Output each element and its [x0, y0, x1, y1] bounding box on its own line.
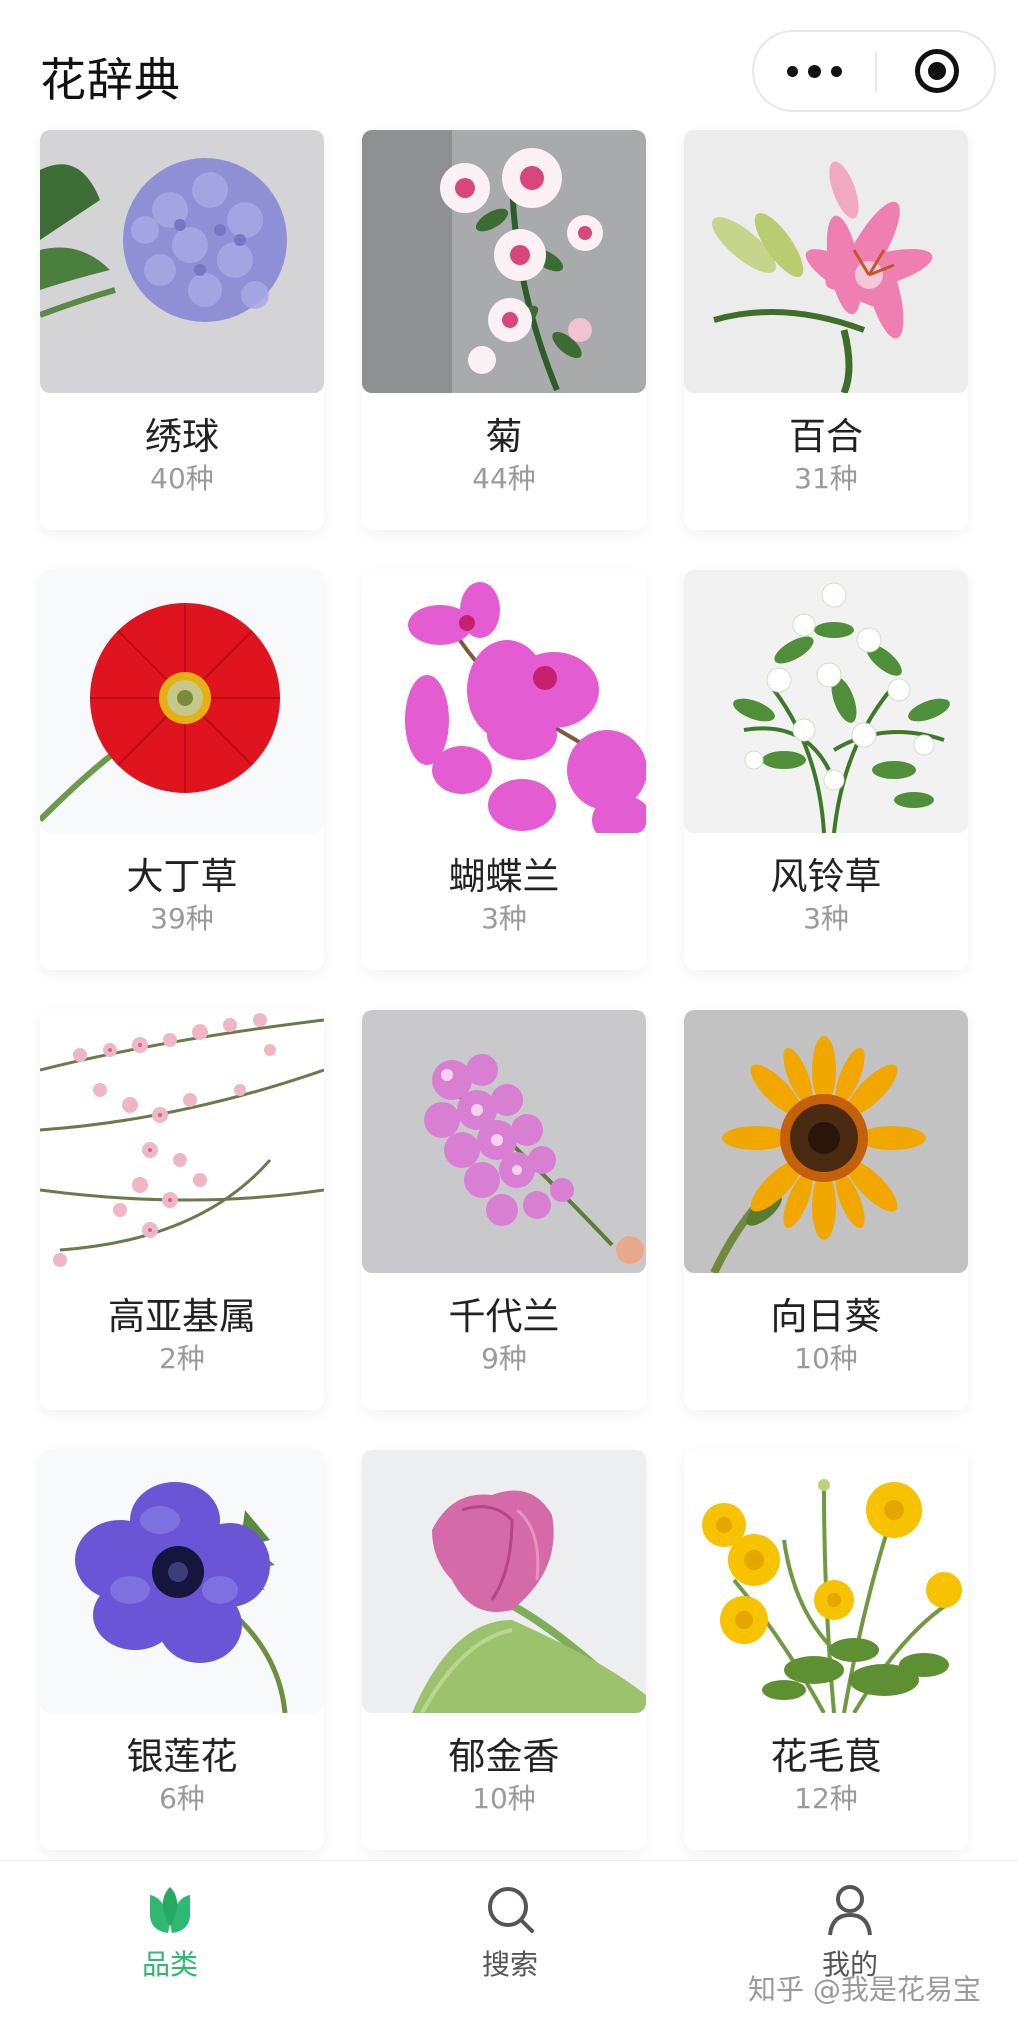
flower-name: 菊 — [485, 415, 523, 458]
flower-name: 风铃草 — [770, 855, 882, 898]
flower-card-anemone[interactable]: 银莲花 6种 — [40, 1450, 324, 1850]
flower-variety-count: 40种 — [150, 462, 214, 495]
flower-variety-count: 10种 — [472, 1782, 536, 1815]
flower-name: 向日葵 — [770, 1295, 882, 1338]
flower-photo — [40, 570, 324, 833]
flower-card-lily[interactable]: 百合 31种 — [684, 130, 968, 530]
flower-photo — [362, 1450, 646, 1713]
flower-photo — [684, 570, 968, 833]
more-dots-icon — [786, 65, 798, 77]
flower-variety-count: 2种 — [159, 1342, 205, 1375]
flower-card-sunflower[interactable]: 向日葵 10种 — [684, 1010, 968, 1410]
flower-variety-count: 44种 — [472, 462, 536, 495]
tab-search[interactable]: 搜索 — [420, 1881, 600, 2001]
flower-photo — [684, 1450, 968, 1713]
tab-label: 品类 — [141, 1948, 198, 1981]
flower-card-gerbera[interactable]: 大丁草 39种 — [40, 570, 324, 970]
watermark-text: 知乎 @我是花易宝 — [748, 1973, 981, 2006]
flower-photo — [684, 1010, 968, 1273]
target-circle-icon — [914, 49, 959, 93]
user-icon — [828, 1885, 872, 1936]
nav-header: 花辞典 — [0, 0, 1018, 130]
flower-name: 郁金香 — [448, 1735, 560, 1778]
flower-photo — [40, 1450, 324, 1713]
flower-card-hydrangea[interactable]: 绣球 40种 — [40, 130, 324, 530]
flower-photo — [362, 1010, 646, 1273]
search-icon — [488, 1887, 534, 1933]
flower-variety-count: 6种 — [159, 1782, 205, 1815]
flower-card-ranunculus[interactable]: 花毛茛 12种 — [684, 1450, 968, 1850]
flower-photo — [40, 130, 324, 393]
flower-name: 千代兰 — [448, 1295, 560, 1338]
target-circle-core — [927, 62, 946, 80]
flower-card-vanda[interactable]: 千代兰 9种 — [362, 1010, 646, 1410]
flower-variety-count: 3种 — [803, 902, 849, 935]
tab-label: 搜索 — [481, 1948, 538, 1981]
more-button[interactable] — [754, 32, 874, 110]
flower-variety-count: 31种 — [794, 462, 858, 495]
mini-program-capsule — [752, 30, 996, 112]
flower-photo — [362, 570, 646, 833]
flower-grid: 绣球 40种 菊 44种 百合 31种 大丁草 39种 蝴蝶兰 3种 风铃草 3… — [40, 130, 980, 1850]
flower-name: 银莲花 — [126, 1735, 238, 1778]
close-button[interactable] — [877, 32, 996, 110]
flower-variety-count: 12种 — [794, 1782, 858, 1815]
flower-photo — [684, 130, 968, 393]
flower-card-chrysanthemum[interactable]: 菊 44种 — [362, 130, 646, 530]
more-dots-icon-end — [830, 65, 842, 77]
flower-name: 花毛茛 — [770, 1735, 882, 1778]
flower-card-waxflower[interactable]: 高亚基属 2种 — [40, 1010, 324, 1410]
tulip-leaf-icon — [150, 1887, 190, 1933]
flower-photo — [362, 130, 646, 393]
more-dots-icon-center — [807, 64, 821, 78]
page-title: 花辞典 — [40, 53, 181, 107]
flower-variety-count: 10种 — [794, 1342, 858, 1375]
tab-category[interactable]: 品类 — [80, 1881, 260, 2001]
flower-name: 高亚基属 — [108, 1295, 256, 1338]
flower-card-phalaenopsis[interactable]: 蝴蝶兰 3种 — [362, 570, 646, 970]
flower-name: 蝴蝶兰 — [448, 855, 560, 898]
flower-dictionary-page: 花辞典 绣球 40种 菊 44种 百合 31种 大丁草 39种 蝴蝶兰 3种 风… — [0, 0, 1018, 2029]
flower-name: 大丁草 — [126, 855, 238, 898]
flower-card-tulip[interactable]: 郁金香 10种 — [362, 1450, 646, 1850]
flower-variety-count: 3种 — [481, 902, 527, 935]
flower-variety-count: 39种 — [150, 902, 214, 935]
flower-variety-count: 9种 — [481, 1342, 527, 1375]
flower-name: 绣球 — [145, 415, 219, 458]
flower-photo — [40, 1010, 324, 1273]
flower-name: 百合 — [789, 415, 863, 458]
flower-card-campanula[interactable]: 风铃草 3种 — [684, 570, 968, 970]
